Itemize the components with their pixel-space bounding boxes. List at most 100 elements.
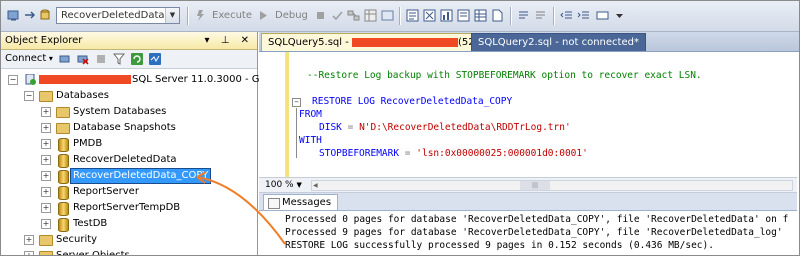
database-selector[interactable]: RecoverDeletedData ▼ <box>56 7 180 24</box>
tree-node-report-server-temp-db[interactable]: + ReportServerTempDB <box>1 200 257 216</box>
expand-icon[interactable]: + <box>41 123 51 133</box>
collapse-icon[interactable]: − <box>24 91 34 101</box>
tree-label: Database Snapshots <box>73 122 176 133</box>
tree-label-selected: RecoverDeletedData_COPY <box>70 168 212 184</box>
tree-node-database-snapshots[interactable]: + Database Snapshots <box>1 120 257 136</box>
zoom-level[interactable]: 100 % ▼ <box>265 178 302 192</box>
code-operator: = <box>341 122 360 133</box>
tree-label: ReportServerTempDB <box>73 202 181 213</box>
scroll-left-icon[interactable]: ◀ <box>313 181 318 190</box>
zoom-value: 100 % <box>265 180 294 190</box>
activity-monitor-icon[interactable] <box>149 53 161 65</box>
connect-icon[interactable] <box>59 53 71 65</box>
expand-icon[interactable]: + <box>24 235 34 245</box>
folder-icon <box>56 123 70 134</box>
tab-messages[interactable]: Messages <box>263 194 339 210</box>
stop-icon[interactable] <box>314 9 327 22</box>
decrease-indent-icon[interactable] <box>560 9 573 22</box>
message-line: Processed 9 pages for database 'RecoverD… <box>285 227 783 238</box>
disconnect-icon[interactable] <box>77 53 89 65</box>
collapse-icon[interactable]: − <box>8 75 18 85</box>
filter-icon[interactable] <box>112 53 126 65</box>
tree-node-system-databases[interactable]: + System Databases <box>1 104 257 120</box>
horizontal-scrollbar[interactable]: ◀ ||| <box>311 180 793 191</box>
expand-icon[interactable]: + <box>41 107 51 117</box>
tree-node-server-objects[interactable]: + Server Objects <box>1 248 257 256</box>
redacted-server-name <box>39 74 131 84</box>
expand-icon[interactable]: + <box>41 155 51 165</box>
code-operator: = <box>399 148 417 159</box>
code-comment: --Restore Log backup with STOPBEFOREMARK… <box>307 70 702 81</box>
folder-icon <box>39 91 53 102</box>
keyword-disk: DISK <box>319 122 342 133</box>
tree-label: Security <box>56 234 98 245</box>
tree-node-test-db[interactable]: + TestDB <box>1 216 257 232</box>
query-editor-pane: SQLQuery5.sql - (52))* ✕ SQLQuery2.sql -… <box>259 32 799 255</box>
client-statistics-icon[interactable] <box>440 9 453 22</box>
panel-controls[interactable]: ▾ ⊥ ✕ <box>205 32 253 49</box>
toolbar-separator <box>553 7 555 25</box>
chevron-down-icon[interactable]: ▼ <box>296 181 301 189</box>
tree-label: Server Objects <box>56 250 130 256</box>
intellisense-icon[interactable] <box>381 9 394 22</box>
actual-plan-icon[interactable] <box>423 9 436 22</box>
change-tracking-bar <box>286 52 289 177</box>
expand-icon[interactable]: + <box>41 203 51 213</box>
tree-node-security[interactable]: + Security <box>1 232 257 248</box>
sql-code-editor[interactable]: --Restore Log backup with STOPBEFOREMARK… <box>259 52 797 177</box>
tree-node-pmdb[interactable]: + PMDB <box>1 136 257 152</box>
comment-out-icon[interactable] <box>517 9 530 22</box>
tree-label: PMDB <box>73 138 103 149</box>
change-connection-icon[interactable] <box>23 9 36 22</box>
database-icon <box>58 154 69 168</box>
execute-icon[interactable] <box>194 9 207 22</box>
scrollbar-thumb[interactable]: ||| <box>520 181 550 190</box>
expand-icon[interactable]: + <box>24 251 34 255</box>
tab-label-prefix: SQLQuery5.sql - <box>268 37 353 48</box>
available-databases-icon[interactable] <box>39 9 52 22</box>
chevron-down-icon[interactable]: ▼ <box>165 8 179 23</box>
stop-icon[interactable] <box>95 53 107 65</box>
tab-sqlquery2[interactable]: SQLQuery2.sql - not connected* <box>471 33 646 51</box>
uncomment-icon[interactable] <box>534 9 547 22</box>
specify-template-values-icon[interactable] <box>596 9 609 22</box>
database-icon <box>58 170 69 184</box>
estimated-plan-icon[interactable] <box>406 9 419 22</box>
refresh-icon[interactable] <box>131 53 143 65</box>
toolbar-separator <box>510 7 512 25</box>
tree-node-recover-deleted-data[interactable]: + RecoverDeletedData <box>1 152 257 168</box>
tree-node-report-server[interactable]: + ReportServer <box>1 184 257 200</box>
database-icon <box>58 186 69 200</box>
expand-icon[interactable]: + <box>41 187 51 197</box>
increase-indent-icon[interactable] <box>577 9 590 22</box>
results-to-grid-icon[interactable] <box>474 9 487 22</box>
query-designer-icon[interactable] <box>364 9 377 22</box>
messages-output[interactable]: Processed 0 pages for database 'RecoverD… <box>259 211 797 255</box>
expand-icon[interactable]: + <box>41 219 51 229</box>
parse-icon[interactable] <box>331 9 344 22</box>
results-to-text-icon[interactable] <box>457 9 470 22</box>
toolbar-overflow-icon[interactable] <box>613 9 626 22</box>
outline-collapse-icon[interactable]: − <box>292 98 301 107</box>
keyword-restore-log: RESTORE LOG <box>312 96 375 107</box>
connect-button[interactable]: Connect <box>5 53 46 64</box>
expand-icon[interactable]: + <box>41 171 51 181</box>
tree-node-server[interactable]: − SQL Server 11.0.3000 - GRGH <box>1 72 282 88</box>
code-string-path: N'D:\RecoverDeletedData\RDDTrLog.trn' <box>359 122 571 133</box>
keyword-from: FROM <box>299 109 322 120</box>
debug-button[interactable]: Debug <box>275 10 308 21</box>
database-icon <box>58 218 69 232</box>
tab-label: SQLQuery2.sql - not connected* <box>478 37 639 48</box>
tree-node-databases[interactable]: − Databases <box>1 88 257 104</box>
display-plan-icon[interactable] <box>347 9 360 22</box>
connect-icon[interactable] <box>7 9 20 22</box>
chevron-down-icon[interactable]: ▾ <box>46 54 53 63</box>
messages-icon <box>268 198 280 209</box>
results-to-file-icon[interactable] <box>491 9 504 22</box>
tree-node-recover-deleted-data-copy[interactable]: + RecoverDeletedData_COPY <box>1 168 257 184</box>
results-tab-strip: Messages <box>259 193 797 211</box>
debug-icon[interactable] <box>257 9 270 22</box>
code-database-name: RecoverDeletedData_COPY <box>380 96 513 107</box>
execute-button[interactable]: Execute <box>212 10 252 21</box>
expand-icon[interactable]: + <box>41 139 51 149</box>
